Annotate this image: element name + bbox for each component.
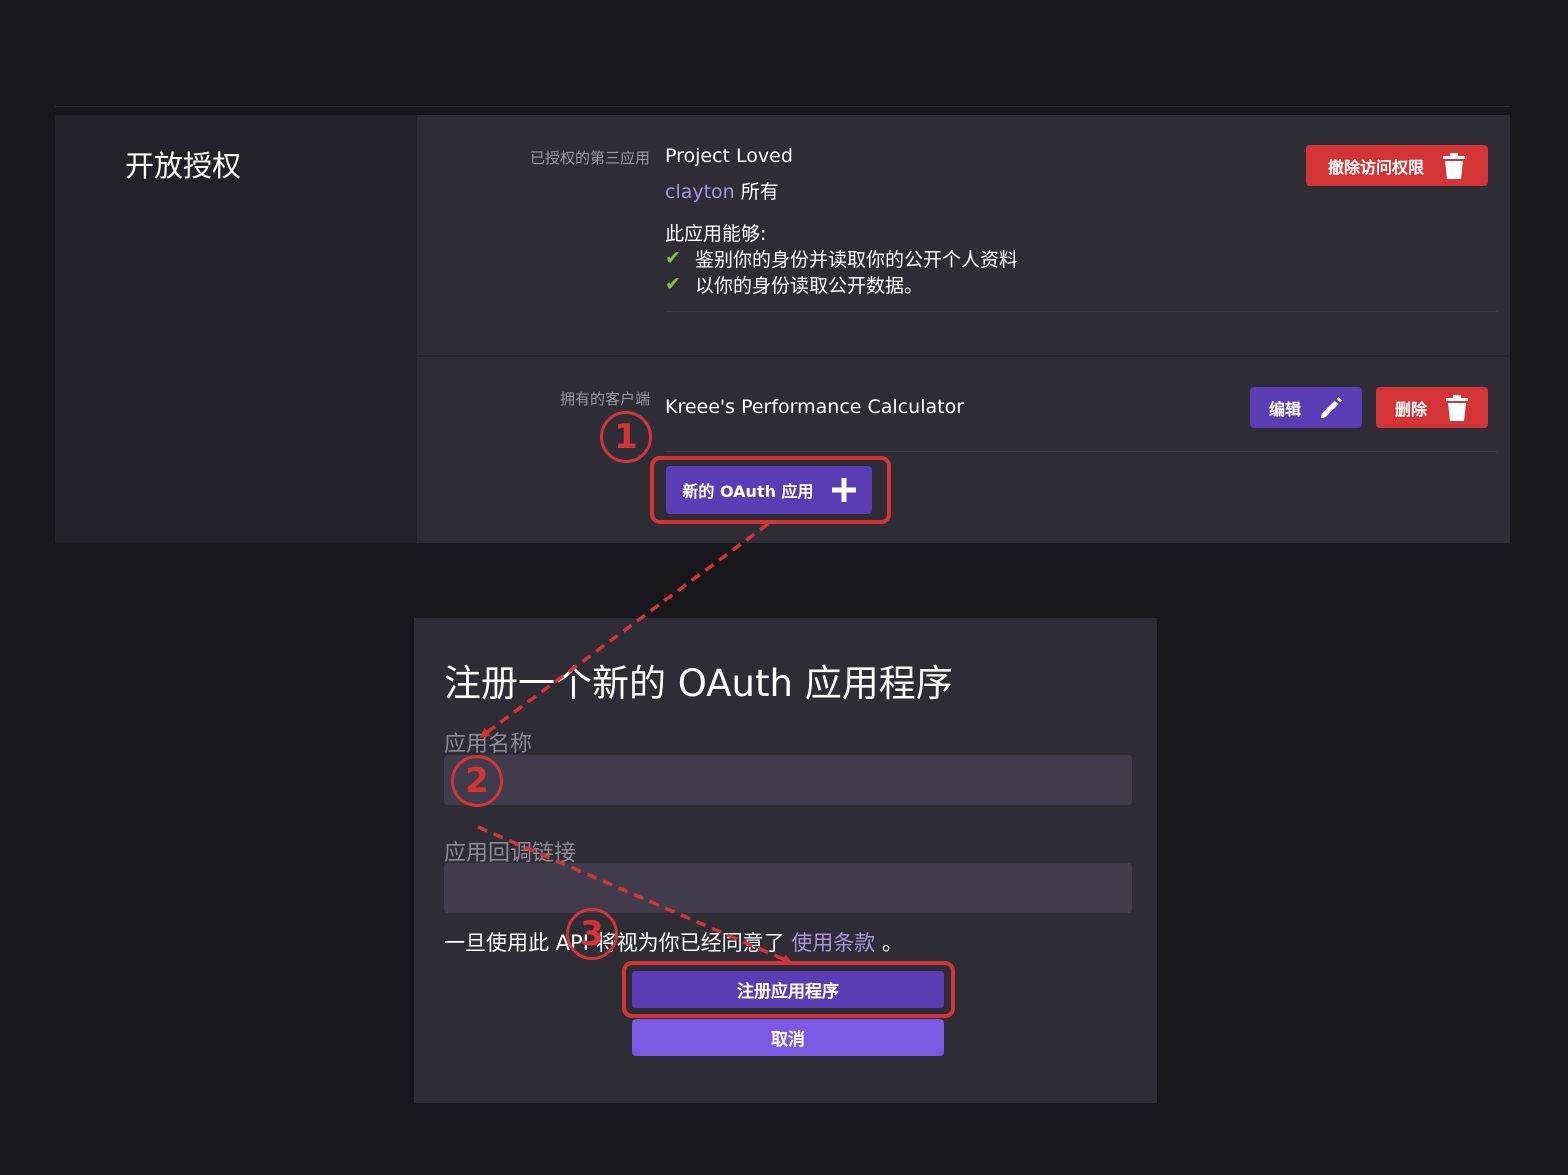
authorized-apps-label: 已授权的第三应用 [529, 149, 650, 167]
app-name-input[interactable] [444, 755, 1132, 805]
check-icon: ✔ [665, 273, 681, 295]
trash-icon [1446, 394, 1468, 421]
pencil-icon [1320, 396, 1343, 418]
top-divider [55, 106, 1510, 107]
divider [665, 311, 1497, 312]
register-oauth-dialog: 注册一个新的 OAuth 应用程序 应用名称 应用回调链接 一旦使用此 API … [414, 618, 1157, 1103]
annotation-step-2: 2 [451, 755, 503, 807]
permission-item: ✔ 鉴别你的身份并读取你的公开个人资料 [665, 245, 1018, 271]
permission-text: 以你的身份读取公开数据。 [695, 274, 924, 297]
annotation-step-3: 3 [566, 908, 618, 960]
terms-link[interactable]: 使用条款 [791, 931, 875, 955]
owned-clients-label: 拥有的客户端 [559, 390, 650, 408]
cancel-button[interactable]: 取消 [632, 1019, 944, 1056]
panel-content: 已授权的第三应用 Project Loved clayton 所有 此应用能够:… [417, 115, 1510, 543]
trash-icon [1443, 152, 1465, 179]
panel-sidebar: 开放授权 [55, 115, 417, 543]
client-name: Kreee's Performance Calculator [665, 396, 965, 418]
permission-text: 鉴别你的身份并读取你的公开个人资料 [695, 248, 1019, 271]
terms-notice: 一旦使用此 API 将视为你已经同意了 使用条款 。 [444, 927, 903, 957]
owner-link[interactable]: clayton [665, 181, 735, 203]
permissions-title: 此应用能够: [665, 223, 767, 245]
section-divider [417, 355, 1510, 357]
dialog-title: 注册一个新的 OAuth 应用程序 [444, 662, 953, 705]
delete-client-button[interactable]: 删除 [1376, 387, 1488, 428]
app-owner: clayton 所有 [665, 177, 779, 204]
edit-client-button[interactable]: 编辑 [1250, 387, 1362, 428]
terms-suffix: 。 [881, 931, 903, 955]
highlight-register-button [622, 961, 955, 1018]
delete-label: 删除 [1394, 399, 1427, 419]
app-name-label: 应用名称 [444, 732, 533, 757]
callback-url-input[interactable] [444, 863, 1132, 913]
divider [665, 451, 1497, 452]
authorized-app-name: Project Loved [665, 145, 793, 167]
owner-suffix: 所有 [740, 181, 779, 203]
section-title: 开放授权 [125, 149, 242, 183]
permission-item: ✔ 以你的身份读取公开数据。 [665, 271, 1018, 297]
permissions-list: ✔ 鉴别你的身份并读取你的公开个人资料 ✔ 以你的身份读取公开数据。 [665, 245, 1018, 297]
check-icon: ✔ [665, 247, 681, 269]
highlight-new-oauth [650, 456, 891, 524]
revoke-access-label: 撤除访问权限 [1327, 157, 1424, 177]
edit-label: 编辑 [1268, 399, 1301, 419]
revoke-access-button[interactable]: 撤除访问权限 [1306, 145, 1488, 186]
annotation-step-1: 1 [600, 411, 652, 463]
